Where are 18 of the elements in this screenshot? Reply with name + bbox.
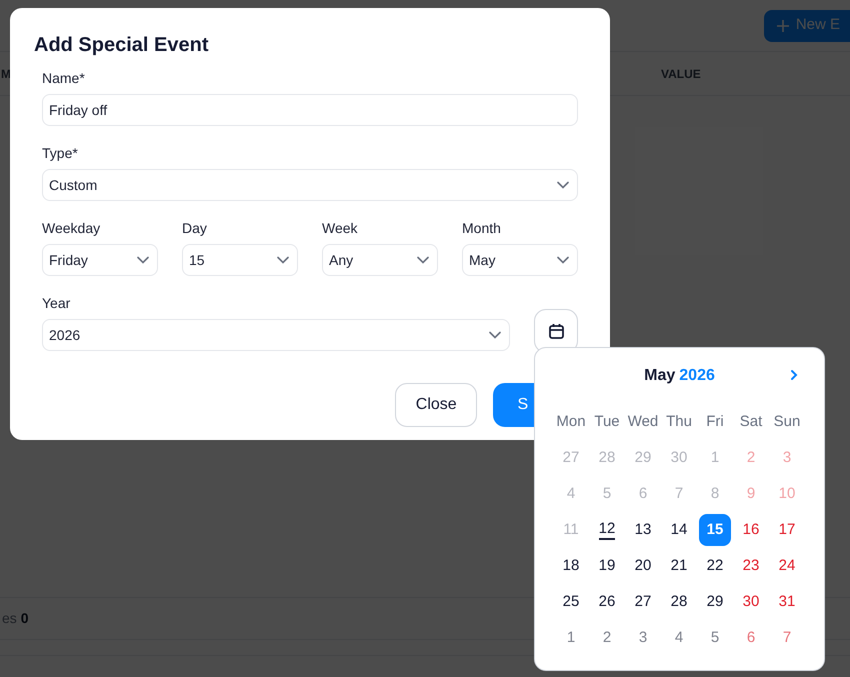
field-label: Name* [42,69,86,88]
weekday-label: Thu [666,412,692,432]
column-header: M [1,66,11,82]
weekday-label: Sat [740,412,762,432]
footer-count: 0 [20,609,29,628]
field-label: Day [182,219,208,238]
weekday-label: Mon [556,412,586,432]
field-label: Year [42,294,72,313]
field-label: Weekday [42,219,102,238]
dialog-title: Add Special Event [34,33,210,58]
weekday-label: Tue [594,412,620,432]
field-label: Type* [42,144,79,163]
weekday-label: Wed [628,412,658,432]
weekday-label: Fri [706,412,724,432]
column-header: VALUE [661,66,701,82]
field-label: Week [322,219,359,238]
weekday-label: Sun [774,412,800,432]
field-label: Month [462,219,502,238]
